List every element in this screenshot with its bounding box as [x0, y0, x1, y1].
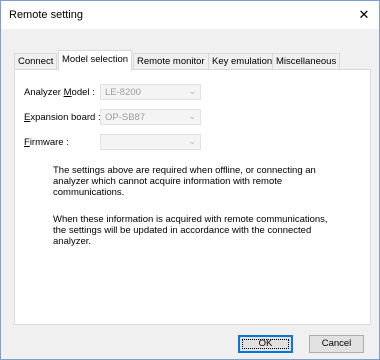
- tab-model-selection[interactable]: Model selection: [58, 50, 133, 71]
- window-title: Remote setting: [9, 9, 83, 21]
- tab-miscellaneous[interactable]: Miscellaneous: [272, 53, 341, 69]
- expansion-board-label: Expansion board :: [24, 112, 101, 123]
- chevron-down-icon: ⌄: [188, 136, 196, 146]
- title-bar: Remote setting ✕: [1, 1, 379, 29]
- chevron-down-icon: ⌄: [188, 86, 196, 96]
- chevron-down-icon: ⌄: [188, 111, 196, 121]
- analyzer-model-value: LE-8200: [105, 87, 141, 98]
- cancel-button[interactable]: Cancel: [309, 335, 364, 353]
- focus-ring: [242, 339, 289, 349]
- remote-setting-dialog: Remote setting ✕ Connect Model selection…: [0, 0, 380, 360]
- offline-note: The settings above are required when off…: [53, 165, 316, 198]
- tab-connect[interactable]: Connect: [14, 53, 58, 69]
- firmware-select[interactable]: ⌄: [100, 134, 201, 150]
- cancel-button-label: Cancel: [321, 338, 352, 349]
- close-button[interactable]: ✕: [349, 1, 379, 29]
- expansion-board-select[interactable]: OP-SB87 ⌄: [100, 109, 201, 125]
- analyzer-model-select[interactable]: LE-8200 ⌄: [100, 84, 201, 100]
- model-selection-panel: Analyzer Model : LE-8200 ⌄ Expansion boa…: [14, 69, 371, 325]
- expansion-board-value: OP-SB87: [105, 112, 146, 123]
- firmware-label: Firmware :: [24, 137, 69, 148]
- tab-remote-monitor[interactable]: Remote monitor: [133, 53, 209, 69]
- ok-button[interactable]: OK: [238, 335, 293, 353]
- analyzer-model-label: Analyzer Model :: [24, 87, 95, 98]
- update-note: When these information is acquired with …: [53, 214, 328, 247]
- tab-key-emulation[interactable]: Key emulation: [208, 53, 277, 69]
